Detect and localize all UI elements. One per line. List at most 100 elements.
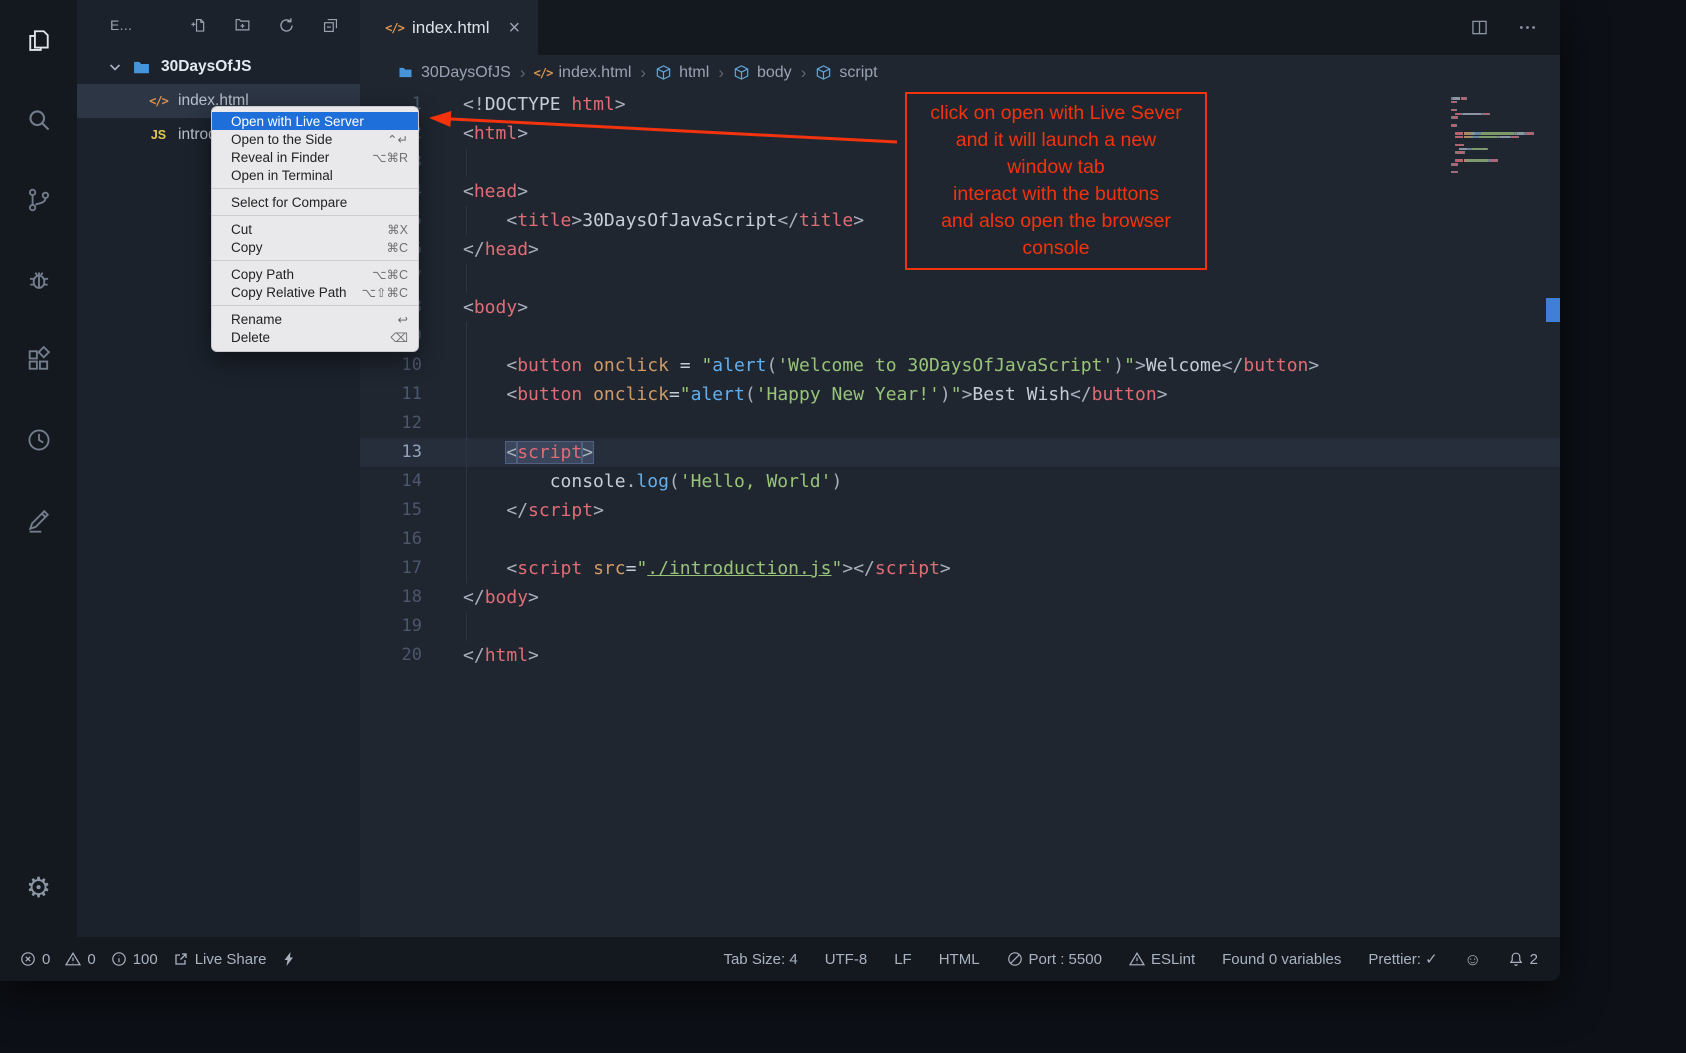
overview-ruler-marker[interactable]: [1546, 298, 1560, 322]
code-line-12[interactable]: 12: [360, 409, 1560, 438]
cube-icon: [655, 64, 672, 81]
refresh-explorer-button[interactable]: [277, 16, 296, 35]
tree-item-30daysofjs[interactable]: 30DaysOfJS: [77, 50, 360, 84]
menu-item-label: Copy Path: [231, 267, 294, 282]
status-eol[interactable]: LF: [894, 951, 912, 968]
annotation-line: console: [911, 235, 1201, 262]
code-line-14[interactable]: 14 console.log('Hello, World'): [360, 467, 1560, 496]
code-line-20[interactable]: 20</html>: [360, 641, 1560, 670]
context-menu: Open with Live ServerOpen to the Side⌃↵R…: [211, 106, 419, 352]
status-feedback-smiley[interactable]: ☺: [1465, 951, 1481, 967]
more-actions-button[interactable]: [1517, 17, 1538, 38]
status-live-server-port[interactable]: Port : 5500: [1007, 951, 1102, 968]
menu-item-shortcut: ⌘C: [386, 240, 408, 255]
menu-item-label: Open to the Side: [231, 132, 332, 147]
code-line-18[interactable]: 18</body>: [360, 583, 1560, 612]
activity-explorer[interactable]: [0, 0, 77, 80]
warning-icon: [1129, 951, 1145, 967]
activity-extensions[interactable]: [0, 320, 77, 400]
activity-source-control[interactable]: [0, 160, 77, 240]
status-eslint[interactable]: ESLint: [1129, 951, 1195, 968]
status-eslint-label: ESLint: [1151, 951, 1195, 968]
breadcrumb-index-html[interactable]: </> index.html: [534, 64, 631, 82]
code-line-19[interactable]: 19: [360, 612, 1560, 641]
code-line-16[interactable]: 16: [360, 525, 1560, 554]
info-icon: [111, 951, 127, 967]
html-file-icon: </>: [534, 64, 551, 81]
status-notifications[interactable]: 2: [1508, 951, 1538, 968]
port-icon: [1007, 951, 1023, 967]
status-variables[interactable]: Found 0 variables: [1222, 951, 1341, 968]
status-warnings[interactable]: 0: [65, 951, 95, 968]
status-encoding-label: UTF-8: [825, 951, 868, 968]
menu-item-select-for-compare[interactable]: Select for Compare: [212, 193, 418, 211]
status-tab-size-label: Tab Size: 4: [723, 951, 797, 968]
smiley-icon: ☺: [1465, 951, 1481, 967]
status-tab-size[interactable]: Tab Size: 4: [723, 951, 797, 968]
menu-separator: [212, 305, 418, 306]
close-icon[interactable]: ×: [508, 18, 520, 38]
activity-feedback[interactable]: [0, 480, 77, 560]
code-line-15[interactable]: 15 </script>: [360, 496, 1560, 525]
menu-item-open-in-terminal[interactable]: Open in Terminal: [212, 166, 418, 184]
breadcrumb-30daysofjs[interactable]: 30DaysOfJS: [397, 64, 511, 82]
status-encoding[interactable]: UTF-8: [825, 951, 868, 968]
menu-item-open-with-live-server[interactable]: Open with Live Server: [212, 112, 418, 130]
menu-item-rename[interactable]: Rename↩: [212, 310, 418, 328]
collapse-folders-button[interactable]: [321, 16, 340, 35]
line-number: 12: [360, 409, 422, 438]
breadcrumb-body[interactable]: body: [733, 64, 792, 82]
breadcrumb-label: script: [839, 64, 877, 82]
menu-item-copy-path[interactable]: Copy Path⌥⌘C: [212, 265, 418, 283]
line-number: 10: [360, 351, 422, 380]
menu-item-delete[interactable]: Delete⌫: [212, 328, 418, 346]
status-info[interactable]: 100: [111, 951, 158, 968]
code-line-11[interactable]: 11 <button onclick="alert('Happy New Yea…: [360, 380, 1560, 409]
menu-item-shortcut: ⌥⇧⌘C: [362, 285, 408, 300]
minimap[interactable]: [1451, 97, 1543, 175]
new-folder-button[interactable]: [233, 16, 252, 35]
menu-item-reveal-in-finder[interactable]: Reveal in Finder⌥⌘R: [212, 148, 418, 166]
code-line-17[interactable]: 17 <script src="./introduction.js"></scr…: [360, 554, 1560, 583]
status-live-share[interactable]: Live Share: [173, 951, 267, 968]
new-file-button[interactable]: [189, 16, 208, 35]
menu-separator: [212, 188, 418, 189]
breadcrumb-script[interactable]: script: [815, 64, 877, 82]
breadcrumb-html[interactable]: html: [655, 64, 709, 82]
split-editor-button[interactable]: [1469, 17, 1490, 38]
code-line-13[interactable]: 13 <script>: [360, 438, 1560, 467]
activity-timeline[interactable]: [0, 400, 77, 480]
status-warnings-label: 0: [87, 951, 95, 968]
status-live-share-label: Live Share: [195, 951, 267, 968]
code-line-8[interactable]: 8<body>: [360, 293, 1560, 322]
menu-item-label: Reveal in Finder: [231, 150, 329, 165]
breadcrumb-label: index.html: [558, 64, 631, 82]
code-line-9[interactable]: 9: [360, 322, 1560, 351]
activity-settings[interactable]: ⚙: [0, 857, 77, 937]
menu-item-open-to-the-side[interactable]: Open to the Side⌃↵: [212, 130, 418, 148]
activity-search[interactable]: [0, 80, 77, 160]
files-icon: [25, 26, 53, 54]
status-language-mode[interactable]: HTML: [939, 951, 980, 968]
menu-item-label: Delete: [231, 330, 270, 345]
status-prettier[interactable]: Prettier: ✓: [1368, 950, 1437, 968]
menu-item-cut[interactable]: Cut⌘X: [212, 220, 418, 238]
line-number: 20: [360, 641, 422, 670]
code-line-10[interactable]: 10 <button onclick = "alert('Welcome to …: [360, 351, 1560, 380]
pen-icon: [25, 506, 53, 534]
status-quick-run[interactable]: [281, 951, 297, 967]
menu-item-copy[interactable]: Copy⌘C: [212, 238, 418, 256]
status-bar-left: 0 0 100 Live Share: [20, 951, 297, 968]
tab-index-html[interactable]: </> index.html ×: [360, 0, 538, 55]
extensions-icon: [25, 346, 53, 374]
live-share-icon: [173, 951, 189, 967]
cube-icon: [733, 64, 750, 81]
vscode-window: ⚙ E... 30DaysOfJS</>index.htmlJSintroduc…: [0, 0, 1560, 981]
activity-bar: ⚙: [0, 0, 77, 937]
menu-item-copy-relative-path[interactable]: Copy Relative Path⌥⇧⌘C: [212, 283, 418, 301]
activity-run-debug[interactable]: [0, 240, 77, 320]
status-errors[interactable]: 0: [20, 951, 50, 968]
menu-item-shortcut: ⌘X: [387, 222, 408, 237]
breadcrumb-label: 30DaysOfJS: [421, 64, 511, 82]
breadcrumb-label: html: [679, 64, 709, 82]
